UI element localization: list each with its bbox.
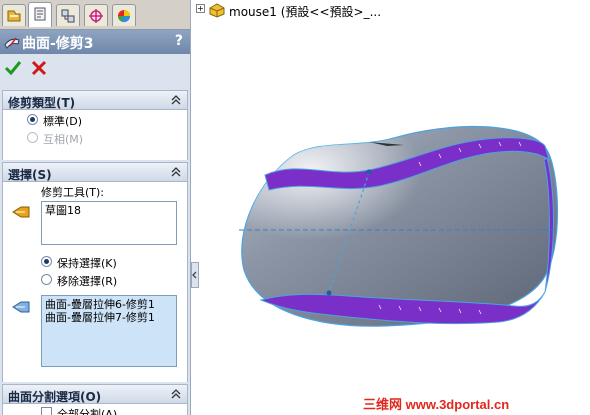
tab-property-manager[interactable] [28,2,52,27]
mutual-label: 互相(M) [43,133,84,146]
split-options-header[interactable]: 曲面分割選項(O) [2,384,188,404]
panel-splitter[interactable] [191,262,199,288]
trim-tool-label: 修剪工具(T): [41,186,105,199]
sketch-point-top[interactable] [366,169,372,175]
expand-toggle[interactable]: + [196,4,205,13]
trim-type-title: 修剪類型(T) [8,96,76,110]
remove-selections-radio[interactable] [41,274,52,285]
trim-type-body: 標準(D) 互相(M) [2,110,188,160]
piece-item[interactable]: 曲面-疊層拉伸6-修剪1 [45,298,173,311]
site-watermark: 三维网 www.3dportal.cn [363,397,510,412]
configuration-icon [61,9,75,23]
help-button[interactable]: ? [175,33,183,49]
tab-configuration-manager[interactable] [56,4,80,26]
split-all-checkbox[interactable] [41,407,52,415]
standard-radio[interactable] [27,114,38,125]
trim-tool-pin-icon [12,206,30,218]
sketch-point-bottom[interactable] [326,290,332,296]
feature-tree-icon [7,10,21,22]
manager-tabs [0,0,190,30]
pieces-to-keep-list[interactable]: 曲面-疊層拉伸6-修剪1 曲面-疊層拉伸7-修剪1 [41,295,177,367]
split-all-label: 全部分割(A) [57,408,118,415]
split-options-title: 曲面分割選項(O) [8,390,102,404]
graphics-viewport[interactable] [199,20,590,415]
collapse-chevron-icon[interactable] [170,166,182,178]
pieces-pin-icon [12,301,30,313]
tab-dimxpert-manager[interactable] [84,4,108,26]
keep-selections-label: 保持選擇(K) [57,257,117,270]
property-manager-panel: 曲面-修剪3 ? 修剪類型(T) 標準(D) 互相(M) 選擇(S) 修剪工具(… [0,0,191,415]
ok-button[interactable] [4,59,22,77]
feature-title: 曲面-修剪3 [22,36,94,52]
mutual-radio[interactable] [27,132,38,143]
splitter-arrow-icon [192,271,197,279]
surface-trim-icon [4,37,20,49]
tab-display-manager[interactable] [112,4,136,26]
keep-selections-radio[interactable] [41,256,52,267]
part-name: mouse1 (預設<<預設>_... [229,5,382,19]
property-sheet-icon [34,7,46,21]
standard-label: 標準(D) [43,115,83,128]
selections-title: 選擇(S) [8,168,52,182]
selections-header[interactable]: 選擇(S) [2,162,188,182]
selections-body: 修剪工具(T): 草圖18 保持選擇(K) 移除選擇(R) 曲面-疊層拉伸6-修… [2,182,188,382]
trim-tool-list[interactable]: 草圖18 [41,201,177,245]
remove-selections-label: 移除選擇(R) [57,275,118,288]
trim-type-header[interactable]: 修剪類型(T) [2,90,188,110]
cancel-button[interactable] [30,59,48,77]
tab-feature-manager[interactable] [2,4,26,26]
split-options-body: 全部分割(A) [2,404,188,415]
part-icon [209,3,225,18]
crosshair-icon [89,9,103,23]
collapse-chevron-icon[interactable] [170,94,182,106]
checkmark-icon [4,61,22,76]
close-icon [31,60,47,76]
color-wheel-icon [118,10,130,23]
trim-tool-item[interactable]: 草圖18 [45,204,173,217]
feature-title-bar: 曲面-修剪3 ? [0,30,190,54]
collapse-chevron-icon[interactable] [170,388,182,400]
piece-item[interactable]: 曲面-疊層拉伸7-修剪1 [45,311,173,324]
